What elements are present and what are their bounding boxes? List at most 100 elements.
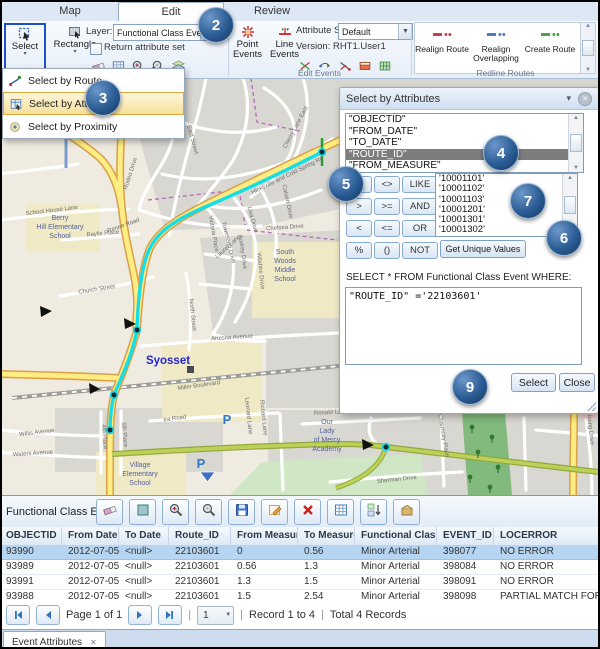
- fields-listbox[interactable]: "OBJECTID""FROM_DATE""TO_DATE""ROUTE_ID"…: [345, 113, 584, 173]
- resize-grip[interactable]: [587, 402, 596, 411]
- selection-box-button[interactable]: [129, 499, 156, 525]
- page-number-value: 1: [203, 610, 209, 621]
- column-header-from-date[interactable]: From Date: [62, 527, 119, 545]
- attribute-set-select[interactable]: Default ▼: [338, 23, 413, 40]
- operator-button-lt[interactable]: <: [346, 220, 372, 237]
- callout-step-9: 9: [452, 369, 488, 405]
- callout-step-4: 4: [483, 135, 519, 171]
- column-header-locerror[interactable]: LOCERROR: [494, 527, 600, 545]
- sort-az-button[interactable]: [360, 499, 387, 525]
- last-page-button[interactable]: [158, 605, 182, 625]
- previous-page-button[interactable]: [36, 605, 60, 625]
- tab-review[interactable]: Review: [226, 2, 318, 21]
- operator-button-parentheses[interactable]: (): [374, 242, 400, 259]
- create-route-button[interactable]: Create Route: [523, 23, 577, 73]
- poi-label: Our: [321, 419, 333, 426]
- cell: 398091: [437, 575, 494, 589]
- poi-label: Middle: [275, 267, 296, 274]
- table-row[interactable]: 939892012-07-05<null>221036010.561.3Mino…: [0, 560, 600, 575]
- callout-step-2: 2: [198, 7, 234, 43]
- poi-label: Berry: [52, 215, 69, 222]
- operator-button-like[interactable]: LIKE: [402, 176, 438, 193]
- chevron-down-icon[interactable]: ▾: [566, 93, 571, 104]
- realign-route-button[interactable]: Realign Route: [415, 23, 469, 73]
- point-events-icon: [239, 23, 256, 40]
- close-button[interactable]: Close: [559, 373, 595, 392]
- operator-button-gte[interactable]: >=: [374, 198, 400, 215]
- next-page-button[interactable]: [128, 605, 152, 625]
- attribute-table-button[interactable]: [327, 499, 354, 525]
- get-unique-values-button[interactable]: Get Unique Values: [440, 240, 526, 258]
- table-header-row: OBJECTIDFrom DateTo DateRoute_IDFrom Mea…: [0, 527, 600, 546]
- eraser-button[interactable]: [96, 499, 123, 525]
- operator-button-not[interactable]: NOT: [402, 242, 438, 259]
- table-row[interactable]: 939912012-07-05<null>221036011.31.5Minor…: [0, 575, 600, 590]
- poi-label: Elementary: [122, 471, 158, 478]
- where-clause-input[interactable]: "ROUTE_ID" ='22103601': [345, 287, 582, 365]
- column-header-event-id[interactable]: EVENT_ID: [437, 527, 494, 545]
- first-page-button[interactable]: [6, 605, 30, 625]
- column-header-from-measure[interactable]: From Measure: [231, 527, 298, 545]
- operator-button-not-equal[interactable]: <>: [374, 176, 400, 193]
- value-item[interactable]: '10001302': [436, 225, 563, 235]
- poi-label: of Mercy: [314, 437, 341, 444]
- tab-map[interactable]: Map: [26, 2, 114, 21]
- redline-dash-icon: [431, 30, 453, 39]
- cell: NO ERROR: [494, 545, 600, 559]
- cell: 93991: [0, 575, 62, 589]
- attribute-toolbar: Functional Class Event: [0, 496, 600, 528]
- redline-dash-icon: [485, 30, 507, 39]
- column-header-objectid[interactable]: OBJECTID: [0, 527, 62, 545]
- page-number-select[interactable]: 1 ▼: [197, 606, 234, 625]
- scroll-up-icon: ▲: [573, 115, 579, 121]
- pagination-bar: Page 1 of 1 | 1 ▼ | Record 1 to 4 | Tota…: [0, 601, 600, 629]
- tab-event-attributes[interactable]: Event Attributes ✕: [3, 631, 106, 649]
- save-button[interactable]: [228, 499, 255, 525]
- export-button[interactable]: [393, 499, 420, 525]
- selection-box-icon: [135, 502, 151, 523]
- zoom-selection-button[interactable]: [162, 499, 189, 525]
- field-item-to-date[interactable]: "TO_DATE": [346, 137, 569, 149]
- callout-step-5: 5: [328, 166, 364, 202]
- station-icon: [187, 366, 194, 373]
- return-attribute-set-checkbox[interactable]: [90, 43, 102, 55]
- field-item-route-id[interactable]: "ROUTE_ID": [346, 149, 569, 161]
- column-header-to-date[interactable]: To Date: [119, 527, 169, 545]
- menu-item-select-by-proximity[interactable]: Select by Proximity: [3, 115, 184, 138]
- cell: 0.56: [298, 545, 355, 559]
- panel-tab-bar: Event Attributes ✕: [0, 629, 600, 649]
- pan-selection-button[interactable]: [195, 499, 222, 525]
- edit-event-button[interactable]: [261, 499, 288, 525]
- cell: 1.3: [231, 575, 298, 589]
- point-events-label: Point Events: [230, 40, 265, 60]
- select-query-button[interactable]: Select: [511, 373, 556, 392]
- field-item-from-date[interactable]: "FROM_DATE": [346, 126, 569, 138]
- point-events-button[interactable]: Point Events: [230, 23, 265, 73]
- table-row[interactable]: 939902012-07-05<null>2210360100.56Minor …: [0, 545, 600, 560]
- separator: |: [240, 609, 243, 621]
- operator-button-or[interactable]: OR: [402, 220, 438, 237]
- close-icon[interactable]: ✕: [578, 92, 592, 106]
- operator-button-and[interactable]: AND: [402, 198, 438, 215]
- chevron-down-icon: ▾: [73, 50, 76, 55]
- column-header-to-measure[interactable]: To Measure: [298, 527, 355, 545]
- separator: |: [321, 609, 324, 621]
- delete-event-button[interactable]: [294, 499, 321, 525]
- scroll-down-icon: ▼: [573, 165, 579, 171]
- attribute-table-icon: [333, 502, 349, 523]
- cell: 1.5: [298, 575, 355, 589]
- operator-button-percent[interactable]: %: [346, 242, 372, 259]
- dialog-titlebar[interactable]: Select by Attributes ▾ ✕: [340, 88, 598, 110]
- fields-scrollbar[interactable]: ▲▼: [568, 114, 583, 172]
- realign-overlapping-button[interactable]: Realign Overlapping: [469, 23, 523, 73]
- redline-scrollbar[interactable]: ▲ ▼: [580, 22, 596, 74]
- operator-button-lte[interactable]: <=: [374, 220, 400, 237]
- column-header-functional-class[interactable]: Functional Class: [355, 527, 437, 545]
- column-header-route-id[interactable]: Route_ID: [169, 527, 231, 545]
- cell: 22103601: [169, 575, 231, 589]
- field-item-from-measure[interactable]: "FROM_MEASURE": [346, 160, 569, 172]
- close-icon[interactable]: ✕: [90, 638, 97, 647]
- rectangle-select-icon: [67, 23, 84, 40]
- field-item-objectid[interactable]: "OBJECTID": [346, 114, 569, 126]
- parking-icon: P: [223, 412, 232, 427]
